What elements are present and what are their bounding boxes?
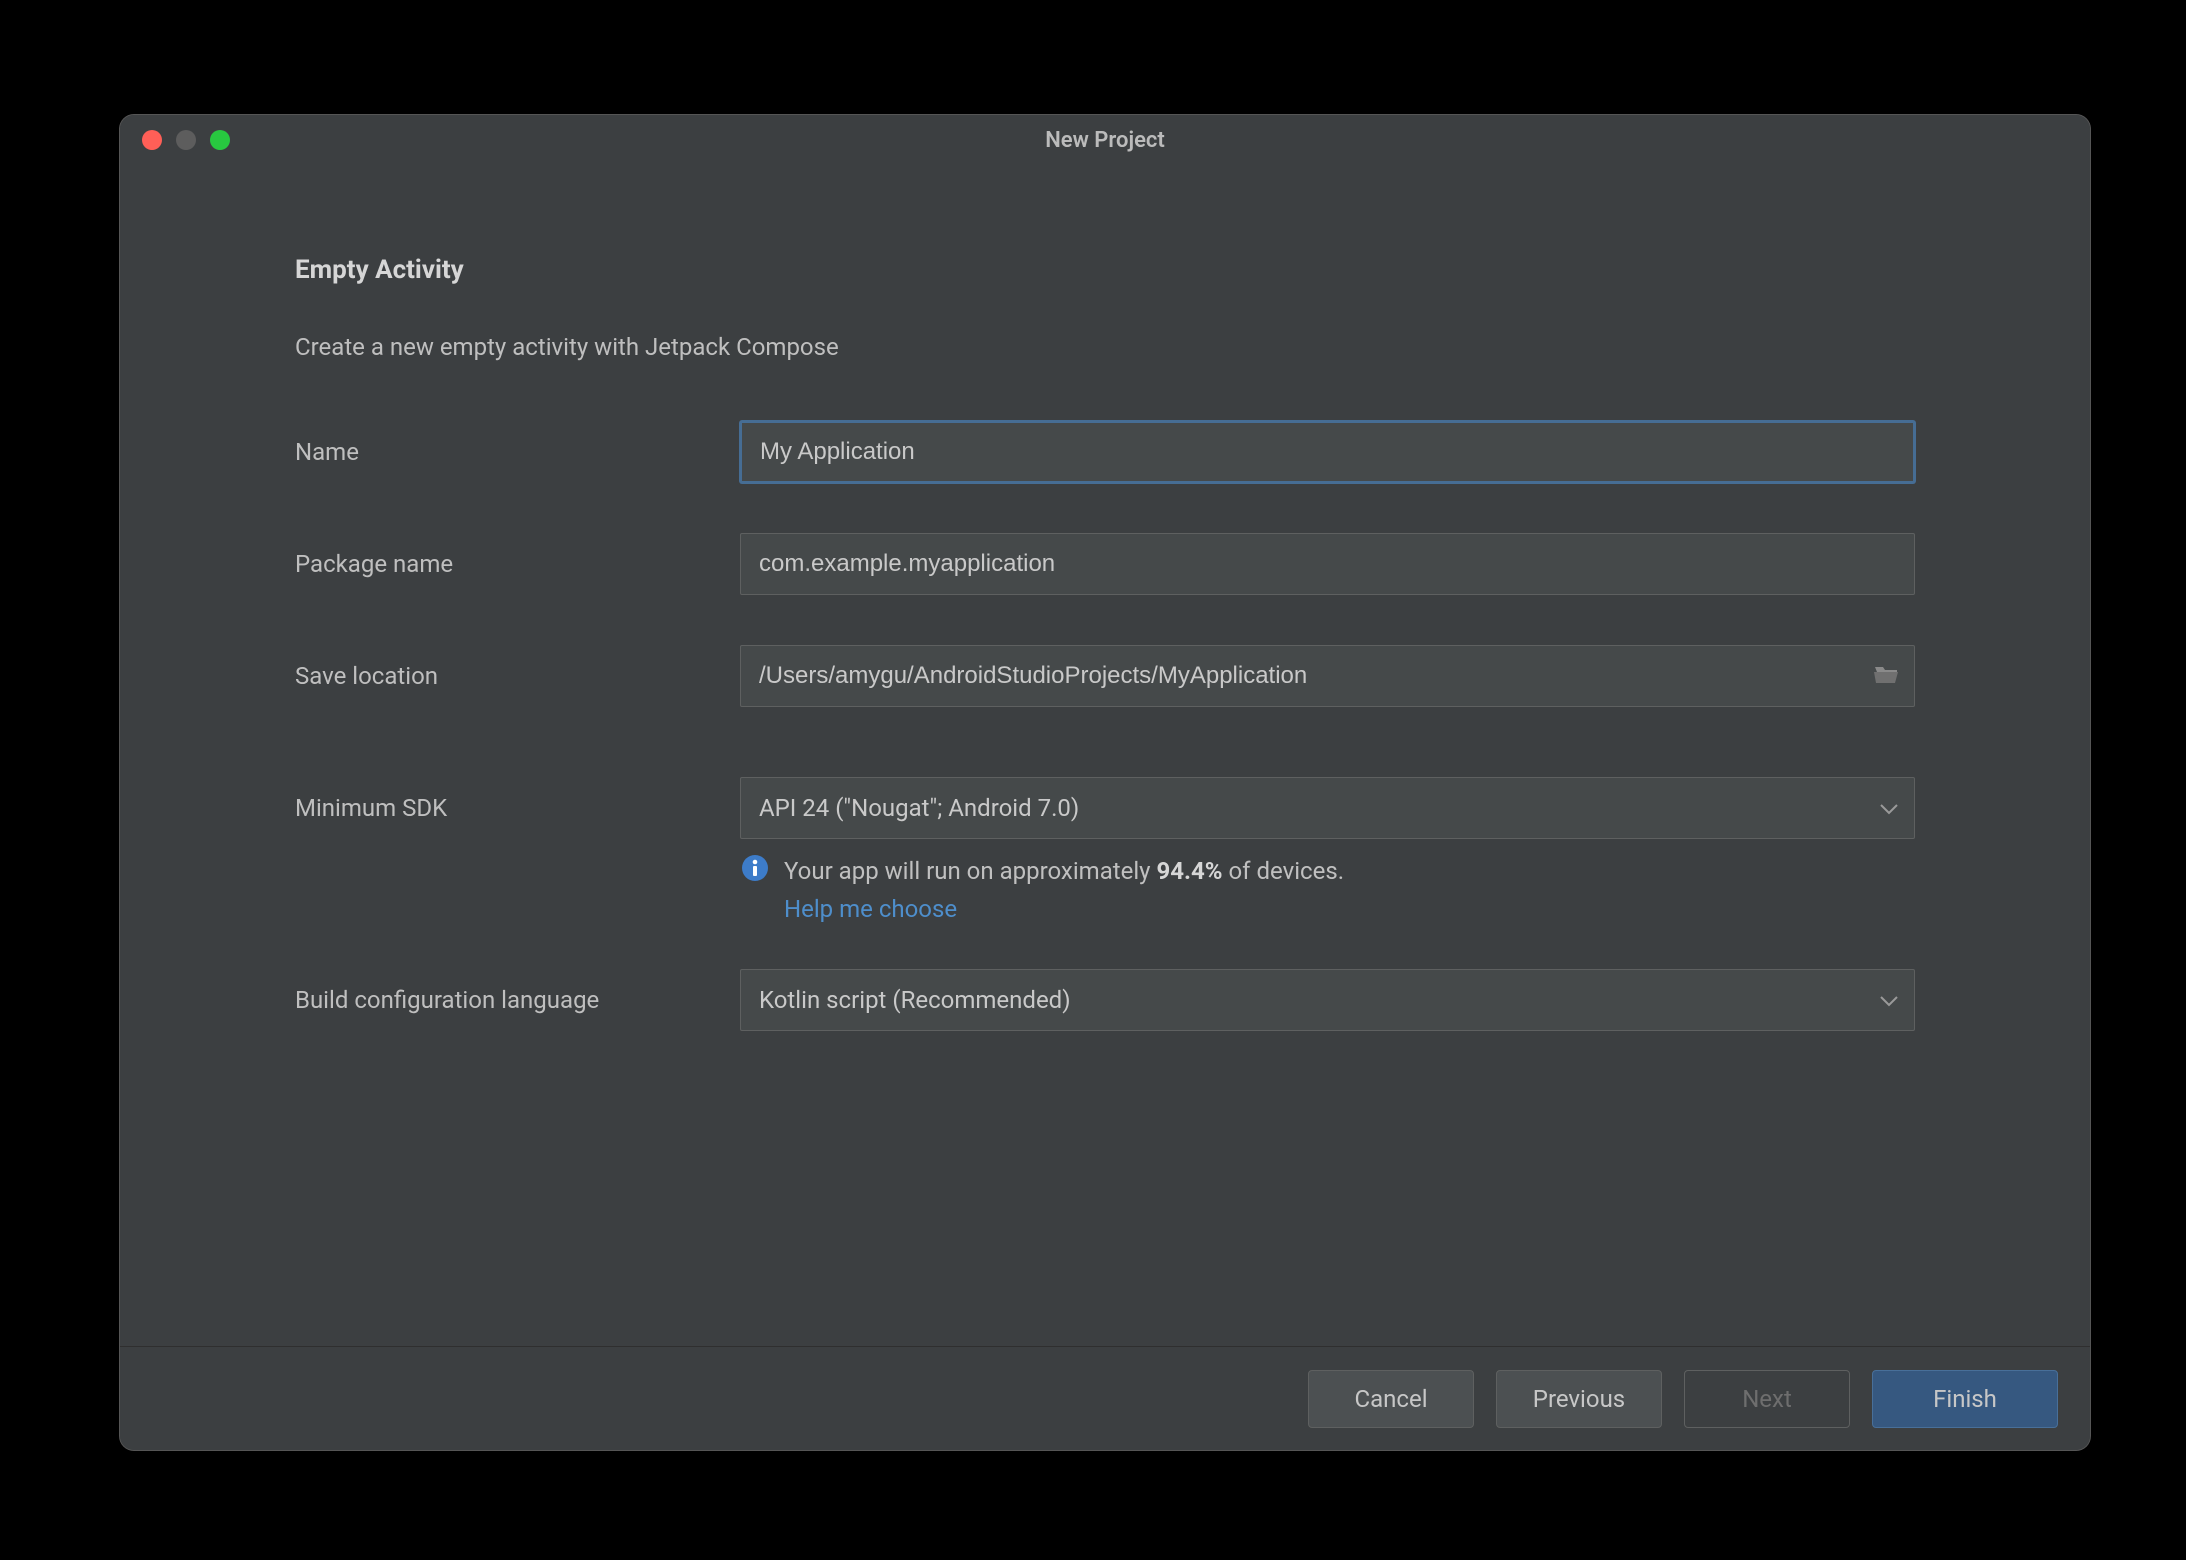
titlebar: New Project: [120, 115, 2090, 165]
dialog-window: New Project Empty Activity Create a new …: [120, 115, 2090, 1450]
folder-open-icon[interactable]: [1873, 663, 1901, 689]
help-me-choose-link[interactable]: Help me choose: [784, 895, 957, 923]
dialog-content: Empty Activity Create a new empty activi…: [120, 165, 2090, 1346]
minimize-window-button[interactable]: [176, 130, 196, 150]
page-heading: Empty Activity: [295, 255, 1915, 285]
build-lang-label: Build configuration language: [295, 986, 740, 1014]
min-sdk-select[interactable]: API 24 ("Nougat"; Android 7.0): [740, 777, 1915, 839]
cancel-button[interactable]: Cancel: [1308, 1370, 1474, 1428]
info-icon: [740, 853, 770, 889]
maximize-window-button[interactable]: [210, 130, 230, 150]
package-input[interactable]: [740, 533, 1915, 595]
sdk-hint: Your app will run on approximately 94.4%…: [740, 853, 1915, 923]
window-controls: [120, 130, 230, 150]
row-location: Save location: [295, 645, 1915, 707]
sdk-hint-text: Your app will run on approximately 94.4%…: [784, 857, 1344, 885]
row-package: Package name: [295, 533, 1915, 595]
close-window-button[interactable]: [142, 130, 162, 150]
row-build-lang: Build configuration language Kotlin scri…: [295, 969, 1915, 1031]
form: Name Package name Save location: [295, 421, 1915, 1081]
next-button: Next: [1684, 1370, 1850, 1428]
location-input[interactable]: [740, 645, 1915, 707]
dialog-footer: Cancel Previous Next Finish: [120, 1346, 2090, 1450]
build-lang-select[interactable]: Kotlin script (Recommended): [740, 969, 1915, 1031]
min-sdk-label: Minimum SDK: [295, 794, 740, 822]
sdk-hint-prefix: Your app will run on approximately: [784, 857, 1157, 885]
name-input[interactable]: [740, 421, 1915, 483]
location-label: Save location: [295, 662, 740, 690]
previous-button[interactable]: Previous: [1496, 1370, 1662, 1428]
name-label: Name: [295, 438, 740, 466]
row-name: Name: [295, 421, 1915, 483]
min-sdk-value: API 24 ("Nougat"; Android 7.0): [759, 794, 1079, 822]
sdk-hint-suffix: of devices.: [1223, 857, 1345, 885]
finish-button[interactable]: Finish: [1872, 1370, 2058, 1428]
chevron-down-icon: [1880, 986, 1898, 1014]
build-lang-value: Kotlin script (Recommended): [759, 986, 1071, 1014]
window-title: New Project: [120, 128, 2090, 153]
package-label: Package name: [295, 550, 740, 578]
page-description: Create a new empty activity with Jetpack…: [295, 333, 1915, 361]
sdk-hint-percent: 94.4%: [1157, 857, 1223, 885]
row-min-sdk: Minimum SDK API 24 ("Nougat"; Android 7.…: [295, 777, 1915, 839]
chevron-down-icon: [1880, 794, 1898, 822]
